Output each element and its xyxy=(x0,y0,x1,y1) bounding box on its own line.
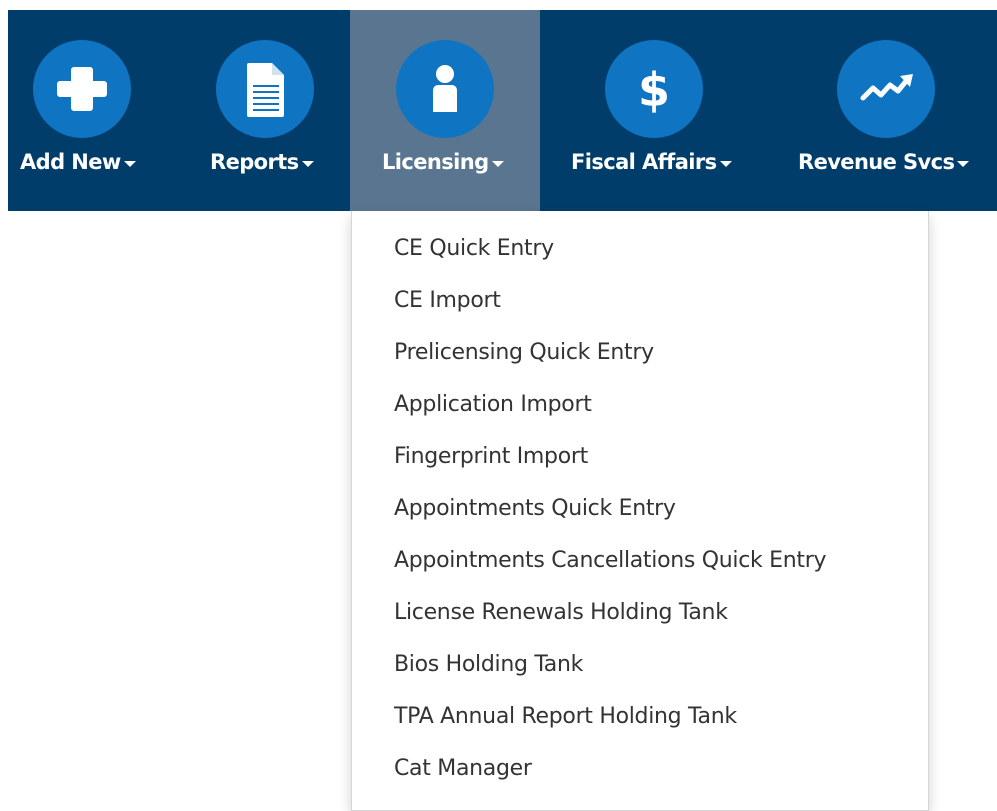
menu-item-bios-holding-tank[interactable]: Bios Holding Tank xyxy=(352,641,928,693)
menu-item-tpa-annual-report-holding-tank[interactable]: TPA Annual Report Holding Tank xyxy=(352,693,928,745)
menu-item-fingerprint-import[interactable]: Fingerprint Import xyxy=(352,433,928,485)
caret-down-icon xyxy=(491,160,504,167)
menu-item-appointments-cancellations-quick-entry[interactable]: Appointments Cancellations Quick Entry xyxy=(352,537,928,589)
nav-fiscal-affairs-label: Fiscal Affairs xyxy=(571,150,717,174)
plus-icon[interactable] xyxy=(33,40,131,138)
nav-reports-label-wrap[interactable]: Reports xyxy=(210,146,314,178)
menu-item-cat-manager[interactable]: Cat Manager xyxy=(352,745,928,797)
menu-item-ce-import[interactable]: CE Import xyxy=(352,277,928,329)
dollar-icon[interactable]: $ xyxy=(605,40,703,138)
nav-add-new[interactable]: Add New xyxy=(8,10,168,211)
nav-add-new-label: Add New xyxy=(20,150,121,174)
nav-revenue-svcs-label-wrap[interactable]: Revenue Svcs xyxy=(798,146,970,178)
menu-item-license-renewals-holding-tank[interactable]: License Renewals Holding Tank xyxy=(352,589,928,641)
nav-reports[interactable]: Reports xyxy=(198,10,348,211)
menu-item-application-import[interactable]: Application Import xyxy=(352,381,928,433)
nav-fiscal-affairs-label-wrap[interactable]: Fiscal Affairs xyxy=(571,146,732,178)
nav-revenue-svcs-label: Revenue Svcs xyxy=(798,150,955,174)
nav-fiscal-affairs[interactable]: $ Fiscal Affairs xyxy=(560,10,760,211)
nav-reports-label: Reports xyxy=(210,150,299,174)
trending-up-icon[interactable] xyxy=(837,40,935,138)
licensing-dropdown-menu: CE Quick Entry CE Import Prelicensing Qu… xyxy=(351,211,929,811)
nav-revenue-svcs[interactable]: Revenue Svcs xyxy=(788,10,997,211)
caret-down-icon xyxy=(123,160,136,167)
nav-licensing[interactable]: Licensing xyxy=(350,10,540,211)
document-icon[interactable] xyxy=(216,40,314,138)
person-icon[interactable] xyxy=(396,40,494,138)
svg-text:$: $ xyxy=(638,63,670,117)
caret-down-icon xyxy=(957,160,970,167)
menu-item-ce-quick-entry[interactable]: CE Quick Entry xyxy=(352,225,928,277)
menu-item-prelicensing-quick-entry[interactable]: Prelicensing Quick Entry xyxy=(352,329,928,381)
nav-licensing-label: Licensing xyxy=(382,150,489,174)
menu-item-appointments-quick-entry[interactable]: Appointments Quick Entry xyxy=(352,485,928,537)
main-navbar: Add New Reports Licensing $ Fiscal Affai… xyxy=(8,10,997,211)
caret-down-icon xyxy=(301,160,314,167)
nav-add-new-label-wrap[interactable]: Add New xyxy=(20,146,136,178)
caret-down-icon xyxy=(719,160,732,167)
nav-licensing-label-wrap[interactable]: Licensing xyxy=(382,146,504,178)
